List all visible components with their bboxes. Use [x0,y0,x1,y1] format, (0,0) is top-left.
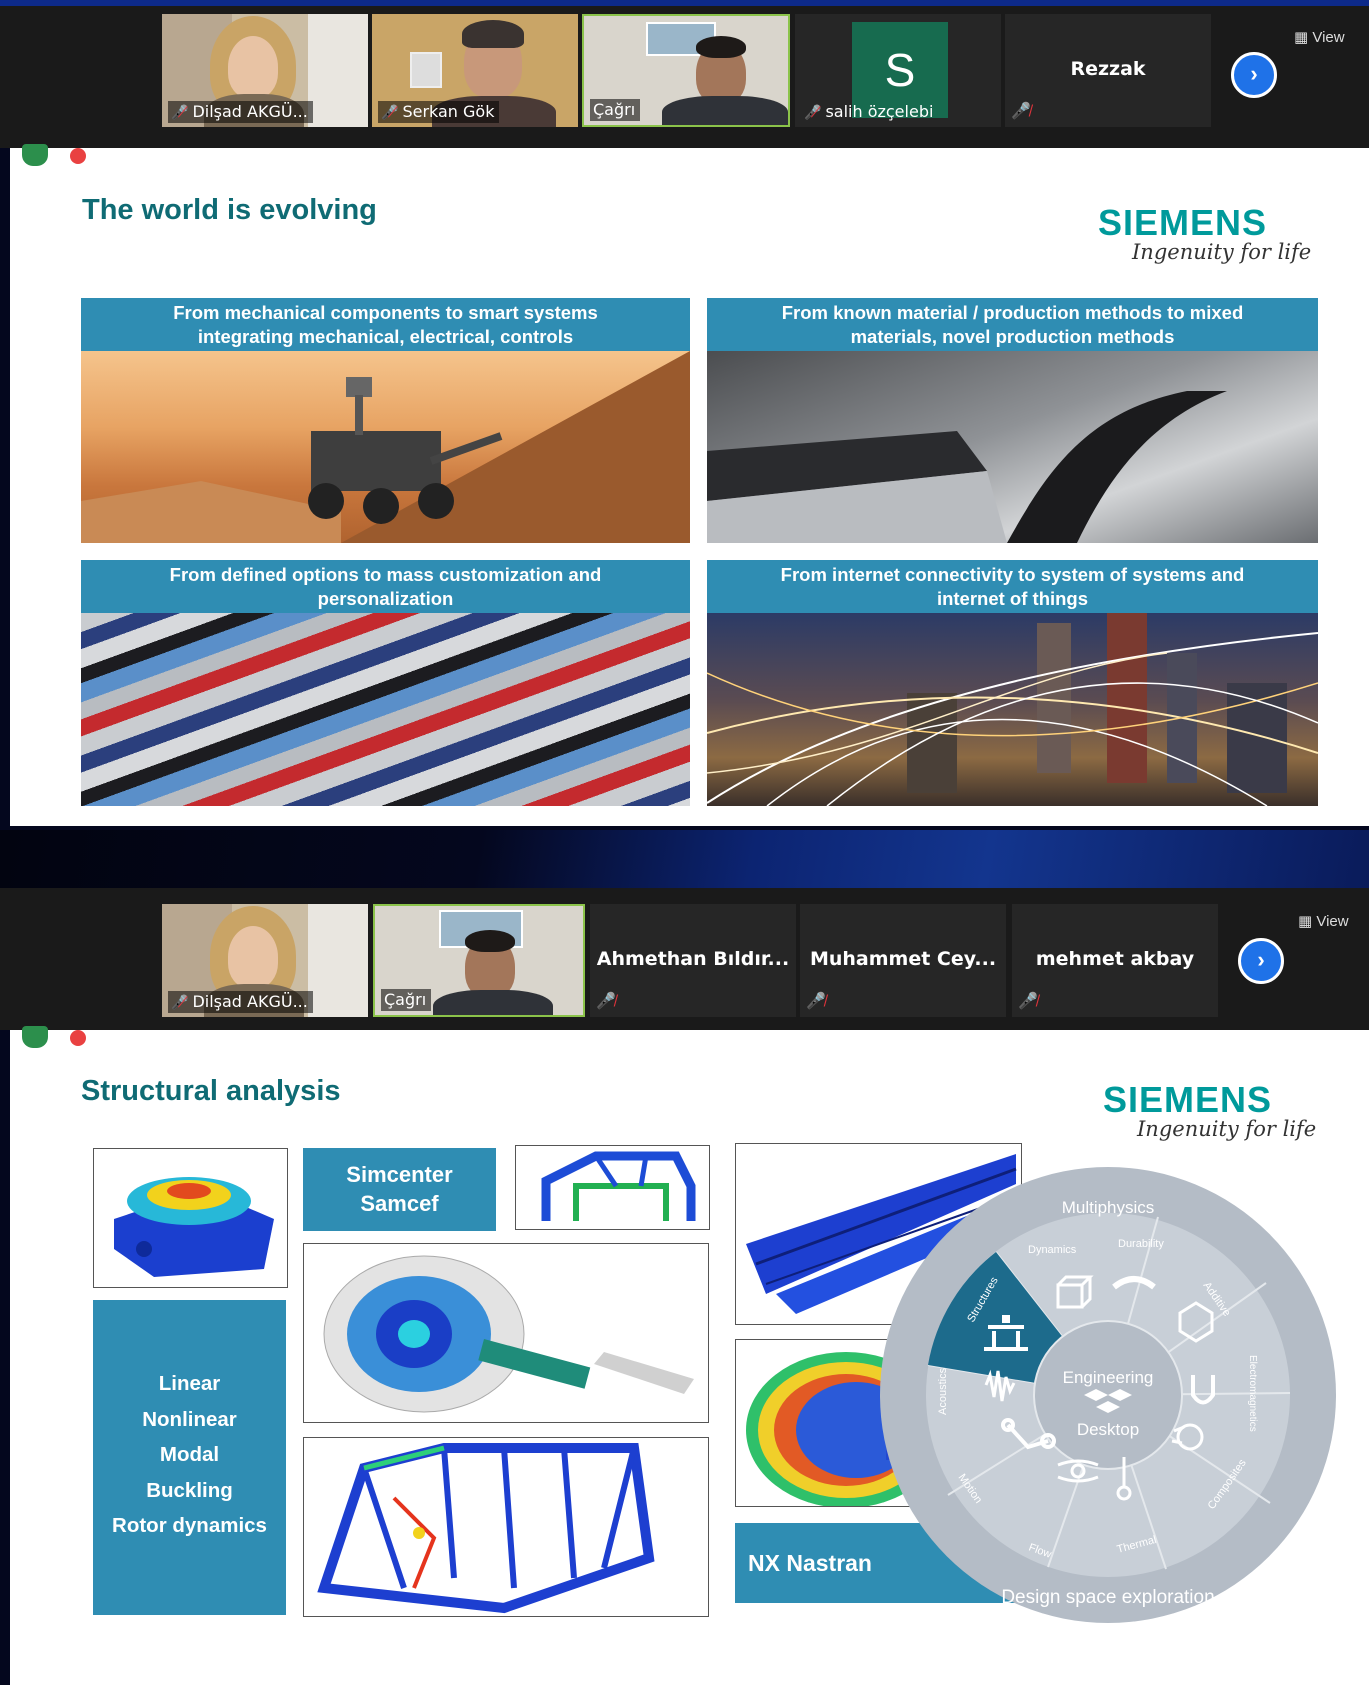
wheel-segment-label: Acoustics [937,1367,949,1415]
participant-tile[interactable]: 🎤̸ Serkan Gök [372,14,578,127]
view-button[interactable]: ▦ View [1294,28,1345,46]
siemens-tagline: Ingenuity for life [1132,240,1312,264]
mic-muted-icon: 🎤̸ [381,105,399,121]
shared-slide: Structural analysis SIEMENS Ingenuity fo… [10,1026,1369,1685]
recording-icon [70,1030,86,1046]
analysis-types-box: Linear Nonlinear Modal Buckling Rotor dy… [93,1300,286,1615]
participant-tile[interactable]: S 🎤̸ salih özçelebi [795,14,1001,127]
siemens-tagline: Ingenuity for life [1137,1117,1317,1141]
siemens-logo: SIEMENS [1098,202,1268,243]
participant-name: 🎤̸ Dilşad AKGÜ... [168,101,313,123]
wheel-segment-label: Dynamics [1028,1244,1077,1256]
wheel-outer-bottom: Design space exploration [1001,1587,1214,1608]
security-shield-icon [22,1026,48,1048]
panel-materials: From known material / production methods… [707,298,1318,543]
next-page-button[interactable]: › [1238,938,1284,984]
participant-strip: 🎤̸ Dilşad AKGÜ... Çağrı Ahmethan Bıldır..… [0,888,1369,1030]
engineering-desktop-wheel: Multiphysics Design space exploration En… [880,1167,1336,1623]
panel-smart-systems: From mechanical components to smart syst… [81,298,690,543]
slide-title: The world is evolving [82,194,377,226]
participant-tile[interactable]: Ahmethan Bıldır... 🎤̸ [590,904,796,1017]
fea-bus-frame-image [303,1437,709,1617]
car-body-structure-image [707,351,1318,543]
participant-name: 🎤̸ Dilşad AKGÜ... [168,991,313,1013]
mic-muted-icon: 🎤̸ [806,993,826,1010]
shared-slide: The world is evolving SIEMENS Ingenuity … [10,144,1369,826]
siemens-logo: SIEMENS [1103,1079,1273,1120]
fea-housing-image [93,1148,288,1288]
parked-cars-image [81,613,690,806]
panel-customization: From defined options to mass customizati… [81,560,690,806]
security-shield-icon [22,144,48,166]
participant-tile[interactable]: mehmet akbay 🎤̸ [1012,904,1218,1017]
participant-tile-active-speaker[interactable]: Çağrı [582,14,790,127]
mic-muted-icon: 🎤̸ [171,105,189,121]
mars-rover-image [81,351,690,543]
wheel-segment-label: Electromagnetics [1247,1355,1258,1432]
participant-tile[interactable]: 🎤̸ Dilşad AKGÜ... [162,904,368,1017]
mic-muted-icon: 🎤̸ [1011,103,1031,120]
panel-caption: From internet connectivity to system of … [707,560,1318,613]
participant-tile-active-speaker[interactable]: Çağrı [373,904,585,1017]
participant-tile[interactable]: Rezzak 🎤̸ [1005,14,1211,127]
slide-title: Structural analysis [81,1075,341,1107]
recording-icon [70,148,86,164]
wheel-segment-label: Durability [1118,1238,1164,1250]
screenshot-1: 🎤̸ Dilşad AKGÜ... 🎤̸ Serkan Gök Çağrı S 🎤̸… [0,0,1369,830]
panel-caption: From defined options to mass customizati… [81,560,690,613]
participant-name: Muhammet Cey... [809,948,997,970]
panel-iot: From internet connectivity to system of … [707,560,1318,806]
fea-gearbox-image [303,1243,709,1423]
participant-name: Çağrı [590,99,641,121]
participant-name: 🎤̸ Serkan Gök [378,101,500,123]
view-button[interactable]: ▦ View [1298,912,1349,930]
mic-muted-icon: 🎤̸ [1018,993,1038,1010]
screenshot-2: 🎤̸ Dilşad AKGÜ... Çağrı Ahmethan Bıldır..… [0,888,1369,1685]
participant-tile[interactable]: Muhammet Cey... 🎤̸ [800,904,1006,1017]
mic-muted-icon: 🎤̸ [171,995,189,1011]
city-network-image [707,613,1318,806]
background-band [0,830,1369,888]
participant-strip: 🎤̸ Dilşad AKGÜ... 🎤̸ Serkan Gök Çağrı S 🎤̸… [0,6,1369,148]
participant-tile[interactable]: 🎤̸ Dilşad AKGÜ... [162,14,368,127]
wheel-center-top: Engineering [1063,1368,1154,1387]
participant-name: Ahmethan Bıldır... [596,948,790,970]
mic-muted-icon: 🎤̸ [804,105,822,121]
simcenter-samcef-label: Simcenter Samcef [303,1148,496,1231]
participant-name: Rezzak [1070,58,1146,80]
fea-frame-image [515,1145,710,1230]
participant-name: mehmet akbay [1035,948,1195,970]
wheel-outer-top: Multiphysics [1062,1198,1155,1217]
panel-caption: From mechanical components to smart syst… [81,298,690,351]
participant-name: 🎤̸ salih özçelebi [804,102,934,121]
participant-name: Çağrı [381,989,432,1011]
panel-caption: From known material / production methods… [707,298,1318,351]
next-page-button[interactable]: › [1231,52,1277,98]
grid-icon: ▦ [1298,913,1313,930]
wheel-center-bottom: Desktop [1077,1420,1139,1439]
grid-icon: ▦ [1294,29,1309,46]
mic-muted-icon: 🎤̸ [596,993,616,1010]
